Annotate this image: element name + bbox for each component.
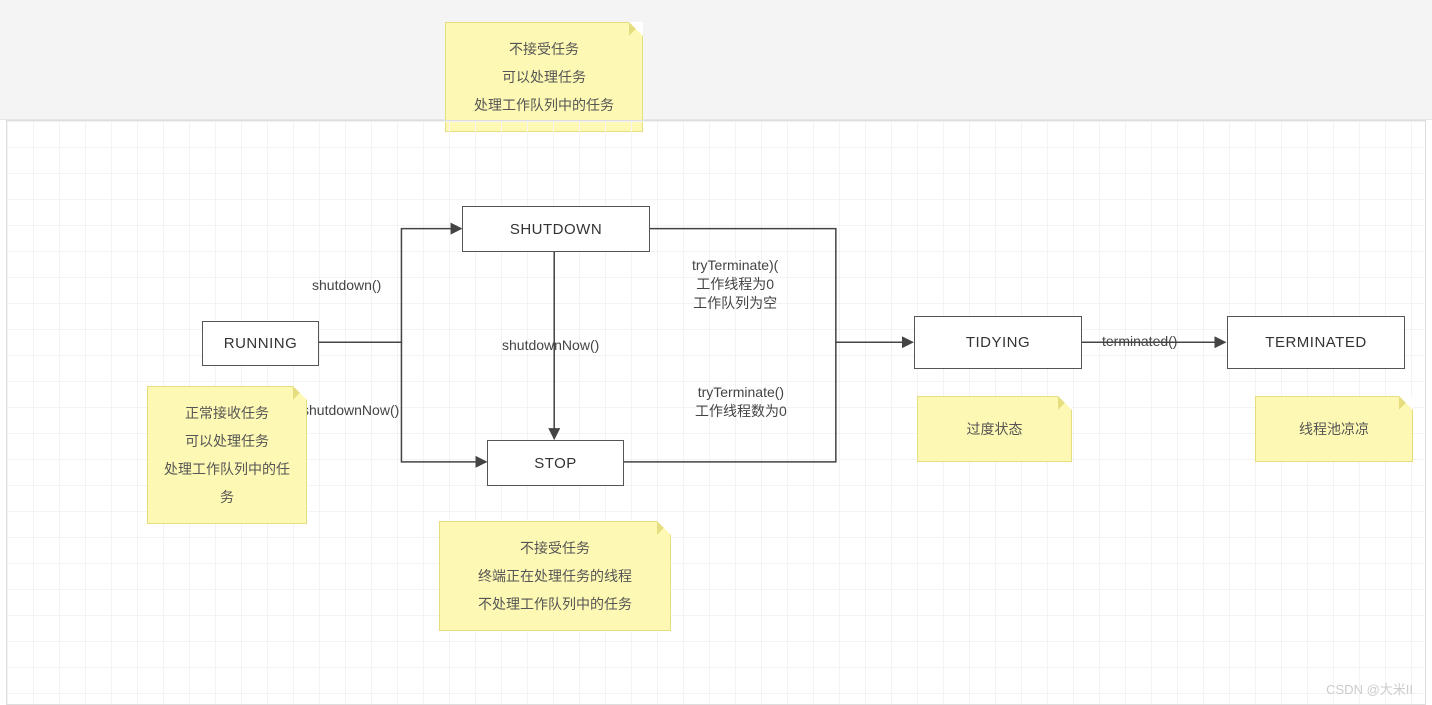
note-line: 可以处理任务 — [502, 69, 586, 85]
edge-label-line: 工作线程数为0 — [695, 403, 787, 419]
note-line: 处理工作队列中的任务 — [164, 461, 290, 505]
note-line: 线程池凉凉 — [1299, 421, 1369, 437]
edge-label-line: 工作队列为空 — [693, 295, 777, 311]
edge-label-stop-to-tidying: tryTerminate() 工作线程数为0 — [695, 383, 787, 421]
note-running: 正常接收任务 可以处理任务 处理工作队列中的任务 — [147, 386, 307, 524]
edge-label-shutdown-to-tidying: tryTerminate)( 工作线程为0 工作队列为空 — [692, 256, 778, 313]
note-tidying: 过度状态 — [917, 396, 1072, 462]
edge-label-shutdownnow: shutdownNow() — [302, 401, 399, 420]
edge-label-line: 工作线程为0 — [696, 276, 774, 292]
note-stop: 不接受任务 终端正在处理任务的线程 不处理工作队列中的任务 — [439, 521, 671, 631]
note-terminated: 线程池凉凉 — [1255, 396, 1413, 462]
state-terminated: TERMINATED — [1227, 316, 1405, 369]
edge-label-terminated: terminated() — [1102, 332, 1177, 351]
state-label: TIDYING — [966, 334, 1030, 351]
watermark: CSDN @大米II — [1326, 679, 1413, 698]
note-line: 过度状态 — [967, 421, 1023, 437]
edge-label-shutdown: shutdown() — [312, 276, 381, 295]
edge-label-shutdown-to-stop: shutdownNow() — [502, 336, 599, 355]
note-line: 正常接收任务 — [185, 405, 269, 421]
note-line: 不接受任务 — [509, 41, 579, 57]
note-line: 处理工作队列中的任务 — [474, 97, 614, 113]
state-label: TERMINATED — [1265, 334, 1366, 351]
state-running: RUNNING — [202, 321, 319, 366]
state-label: SHUTDOWN — [510, 221, 602, 238]
note-line: 不接受任务 — [520, 540, 590, 556]
state-label: RUNNING — [224, 335, 298, 352]
note-shutdown: 不接受任务 可以处理任务 处理工作队列中的任务 — [445, 22, 643, 132]
edge-label-line: tryTerminate() — [698, 384, 784, 400]
state-tidying: TIDYING — [914, 316, 1082, 369]
note-line: 可以处理任务 — [185, 433, 269, 449]
state-shutdown: SHUTDOWN — [462, 206, 650, 252]
note-line: 不处理工作队列中的任务 — [478, 596, 632, 612]
edge-label-line: tryTerminate)( — [692, 257, 778, 273]
state-label: STOP — [534, 455, 577, 472]
note-line: 终端正在处理任务的线程 — [478, 568, 632, 584]
state-stop: STOP — [487, 440, 624, 486]
diagram-canvas: RUNNING SHUTDOWN STOP TIDYING TERMINATED… — [6, 120, 1426, 705]
top-band: 不接受任务 可以处理任务 处理工作队列中的任务 — [0, 0, 1432, 120]
